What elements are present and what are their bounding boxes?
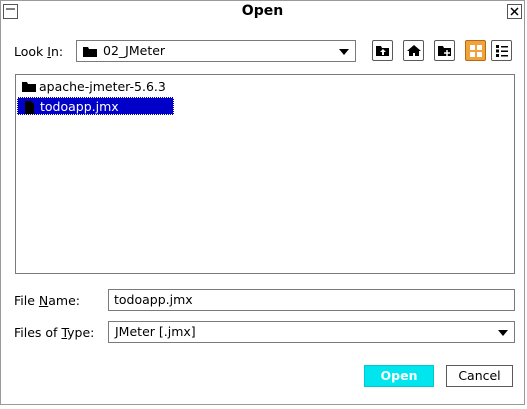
home-icon [407,45,421,56]
look-in-label: Look In: [14,44,64,59]
chevron-down-icon [339,49,349,55]
up-one-level-button[interactable] [372,40,393,61]
chevron-down-icon [498,330,508,336]
new-folder-icon [438,46,451,56]
list-view-icon [470,45,482,57]
list-view-toggle[interactable] [465,40,486,61]
file-type-label: Files of Type: [14,325,95,340]
close-icon [510,7,519,16]
create-new-folder-button[interactable] [434,40,455,61]
file-name-input[interactable]: todoapp.jmx [108,289,515,311]
folder-icon [83,47,97,57]
details-view-icon [496,45,508,57]
look-in-combo[interactable]: 02_JMeter [76,40,356,62]
file-name-label: File Name: [14,293,80,308]
folder-icon [22,82,36,92]
details-view-toggle[interactable] [491,40,512,61]
open-button[interactable]: Open [364,365,434,387]
title-bar: Open [1,1,524,23]
up-folder-icon [376,46,389,56]
look-in-value: 02_JMeter [103,43,166,58]
file-type-combo[interactable]: JMeter [.jmx] [108,321,515,343]
file-item-label: apache-jmeter-5.6.3 [39,79,166,94]
close-window-button[interactable] [507,4,522,19]
file-icon [25,101,34,114]
file-item-selected[interactable]: todoapp.jmx [17,97,174,115]
home-button[interactable] [403,40,424,61]
file-type-value: JMeter [.jmx] [115,324,196,339]
dialog-title: Open [241,3,284,19]
cancel-button[interactable]: Cancel [446,365,513,387]
open-dialog: Open Look In: 02_JMeter apache-jmeter-5.… [0,0,525,405]
file-item-label: todoapp.jmx [40,99,119,114]
file-list[interactable]: apache-jmeter-5.6.3 todoapp.jmx [15,74,515,274]
file-item-folder[interactable]: apache-jmeter-5.6.3 [17,78,172,96]
